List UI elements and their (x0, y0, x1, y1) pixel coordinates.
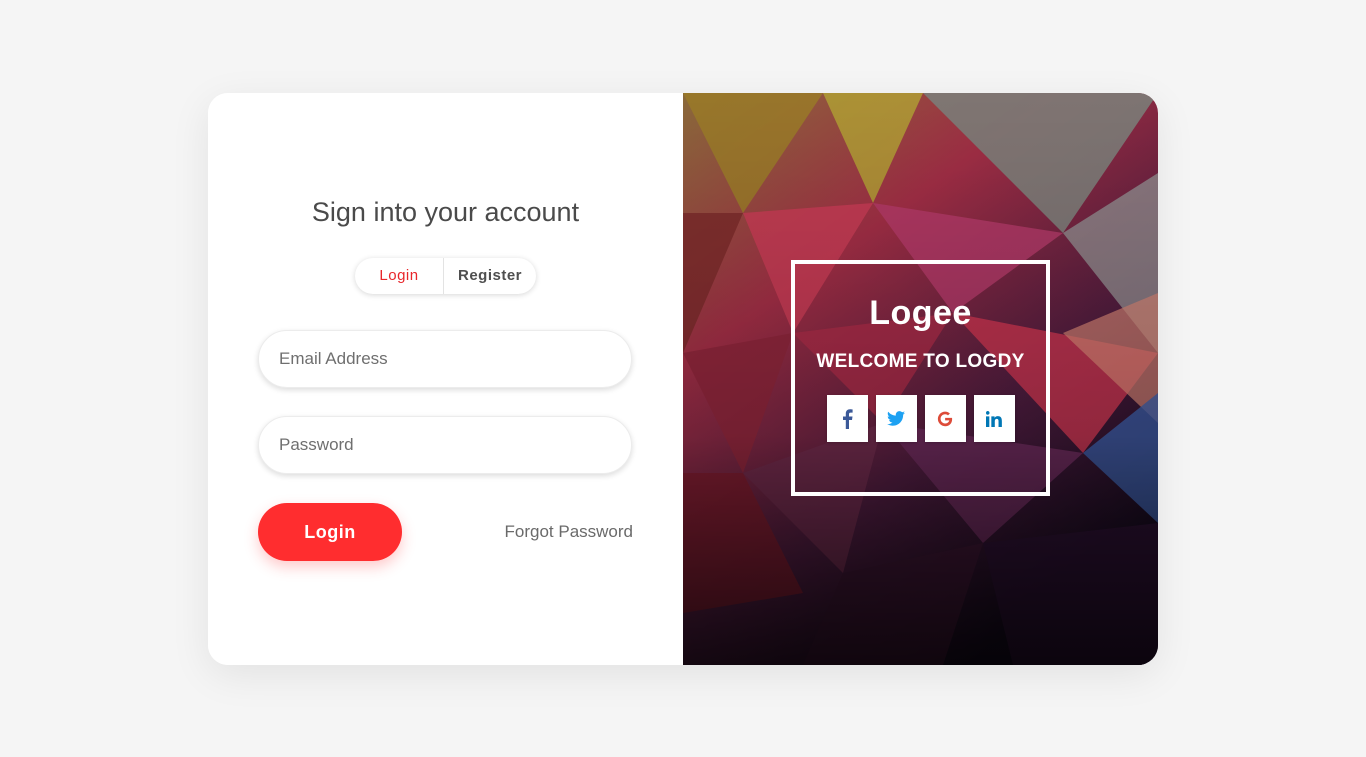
auth-tabs: Login Register (355, 258, 536, 294)
tab-login[interactable]: Login (355, 258, 444, 294)
login-panel: Sign into your account Login Register Lo… (208, 93, 683, 665)
brand-logo-text: Logee (869, 294, 972, 332)
page-title: Sign into your account (311, 197, 580, 227)
login-card: Sign into your account Login Register Lo… (208, 93, 1158, 665)
tab-register[interactable]: Register (444, 258, 536, 294)
welcome-text: WELCOME TO LOGDY (816, 351, 1025, 372)
login-button[interactable]: Login (258, 503, 402, 561)
forgot-password-link[interactable]: Forgot Password (505, 522, 634, 542)
email-field[interactable] (258, 330, 632, 388)
social-links (795, 395, 1046, 442)
twitter-icon[interactable] (875, 395, 917, 442)
linkedin-icon[interactable] (973, 395, 1015, 442)
welcome-panel: Logee WELCOME TO LOGDY (683, 93, 1158, 665)
facebook-icon[interactable] (826, 395, 868, 442)
password-field[interactable] (258, 416, 632, 474)
google-icon[interactable] (924, 395, 966, 442)
welcome-box: Logee WELCOME TO LOGDY (791, 260, 1050, 496)
